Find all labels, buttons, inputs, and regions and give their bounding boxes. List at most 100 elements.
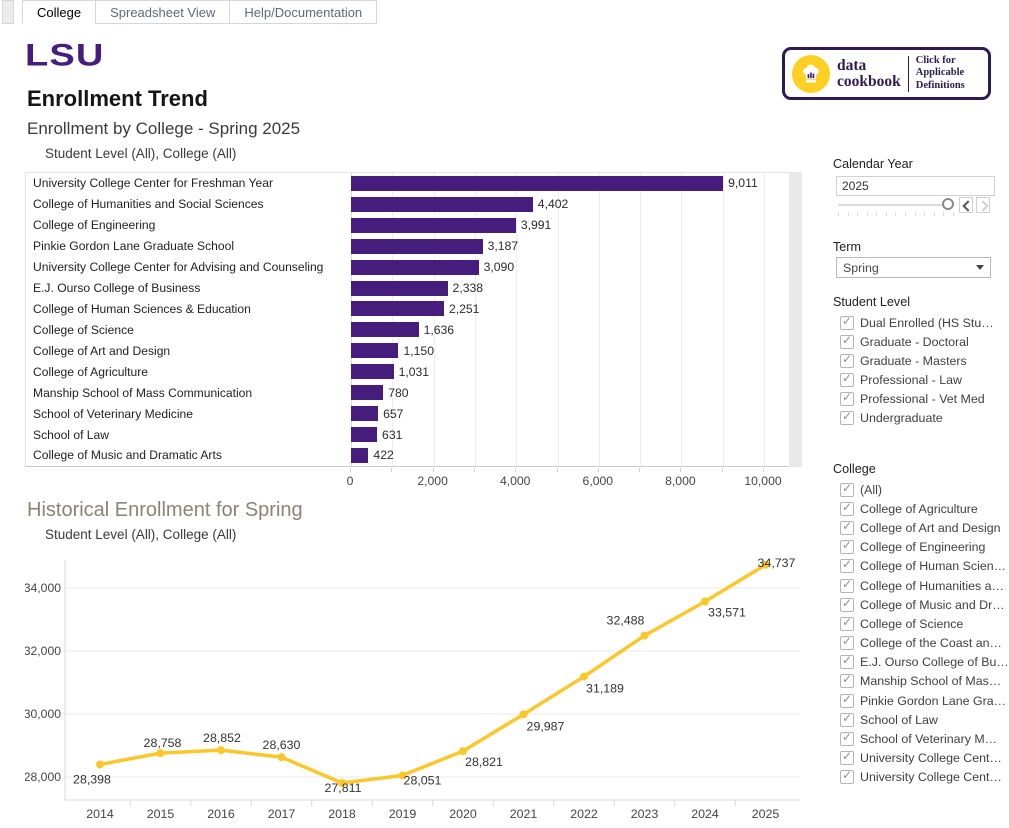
calendar-year-input[interactable] — [836, 176, 995, 196]
college-option[interactable]: ✓ Manship School of Mas… — [840, 672, 1009, 691]
check-icon: ✓ — [842, 333, 852, 347]
tab-college[interactable]: College — [22, 0, 96, 24]
bar-chart-scrollbar[interactable] — [789, 172, 802, 467]
checkbox-checked[interactable]: ✓ — [840, 483, 854, 497]
bar-cell: 2,338 — [351, 278, 790, 299]
checkbox-checked[interactable]: ✓ — [840, 674, 854, 688]
data-point-label: 27,811 — [325, 781, 362, 795]
college-option[interactable]: ✓College of Engineering — [840, 538, 1009, 557]
checkbox-checked[interactable]: ✓ — [840, 655, 854, 669]
checkbox-checked[interactable]: ✓ — [840, 751, 854, 765]
checkbox-checked[interactable]: ✓ — [840, 732, 854, 746]
checkbox-checked[interactable]: ✓ — [840, 502, 854, 516]
term-dropdown[interactable]: Spring — [836, 257, 991, 278]
college-option[interactable]: ✓University College Cent… — [840, 749, 1009, 768]
college-option[interactable]: ✓College of Agriculture — [840, 499, 1009, 518]
bar[interactable] — [351, 176, 723, 191]
checkbox-checked[interactable]: ✓ — [840, 521, 854, 535]
y-axis-label: 32,000 — [25, 644, 61, 658]
bar[interactable] — [351, 197, 533, 212]
tab-scroll-button[interactable] — [2, 0, 14, 24]
checkbox-checked[interactable]: ✓ — [840, 579, 854, 593]
college-option[interactable]: ✓College of the Coast an… — [840, 634, 1009, 653]
bar[interactable] — [351, 281, 448, 296]
checkbox-checked[interactable]: ✓ — [840, 392, 854, 406]
student-level-option-label: Undergraduate — [860, 411, 943, 425]
checkbox-checked[interactable]: ✓ — [840, 316, 854, 330]
student-level-option[interactable]: ✓Dual Enrolled (HS Stu… — [840, 313, 994, 332]
bar[interactable] — [351, 385, 383, 400]
checkbox-checked[interactable]: ✓ — [840, 694, 854, 708]
data-cookbook-link[interactable]: data cookbook Click for Applicable Defin… — [782, 47, 991, 100]
data-point[interactable] — [459, 747, 467, 755]
data-point[interactable] — [520, 710, 528, 718]
college-option[interactable]: ✓College of Music and Dr… — [840, 595, 1009, 614]
bar-value-label: 3,090 — [484, 260, 515, 274]
page-title: Enrollment Trend — [27, 86, 208, 112]
college-option[interactable]: ✓School of Veterinary M… — [840, 729, 1009, 748]
college-option[interactable]: ✓School of Law — [840, 710, 1009, 729]
bar[interactable] — [351, 448, 368, 463]
data-point[interactable] — [157, 749, 165, 757]
checkbox-checked[interactable]: ✓ — [840, 559, 854, 573]
college-option[interactable]: ✓University College Cent… — [840, 768, 1009, 787]
chevron-left-icon — [962, 200, 973, 211]
bar[interactable] — [351, 239, 483, 254]
data-point-label: 28,852 — [203, 731, 241, 745]
bar[interactable] — [351, 260, 479, 275]
bar-value-label: 4,402 — [538, 197, 569, 211]
bar[interactable] — [351, 427, 377, 442]
checkbox-checked[interactable]: ✓ — [840, 770, 854, 784]
college-option[interactable]: ✓College of Human Scien… — [840, 557, 1009, 576]
x-axis-year-label: 2023 — [631, 807, 659, 821]
data-point[interactable] — [278, 753, 286, 761]
bar-category-label: School of Law — [26, 428, 351, 442]
slider-track[interactable] — [838, 204, 954, 206]
data-point[interactable] — [641, 632, 649, 640]
checkbox-checked[interactable]: ✓ — [840, 373, 854, 387]
check-icon: ✓ — [842, 314, 852, 328]
student-level-option[interactable]: ✓Professional - Vet Med — [840, 389, 994, 408]
lsu-logo: LSU — [25, 38, 105, 74]
data-point[interactable] — [96, 760, 104, 768]
college-option-label: Manship School of Mas… — [860, 674, 1001, 688]
college-option[interactable]: ✓E.J. Ourso College of Bu… — [840, 653, 1009, 672]
bar[interactable] — [351, 343, 398, 358]
bar[interactable] — [351, 406, 378, 421]
college-option[interactable]: ✓(All) — [840, 480, 1009, 499]
check-icon: ✓ — [842, 481, 852, 495]
bar[interactable] — [351, 301, 444, 316]
college-option[interactable]: ✓College of Humanities a… — [840, 576, 1009, 595]
student-level-option[interactable]: ✓Graduate - Masters — [840, 351, 994, 370]
slider-prev-button[interactable] — [959, 197, 973, 213]
bar-chart-filter-summary: Student Level (All), College (All) — [45, 146, 236, 161]
tab-spreadsheet-view[interactable]: Spreadsheet View — [96, 0, 230, 24]
data-point[interactable] — [580, 673, 588, 681]
data-point[interactable] — [701, 598, 709, 606]
slider-handle[interactable] — [942, 198, 954, 210]
checkbox-checked[interactable]: ✓ — [840, 411, 854, 425]
student-level-label: Student Level — [833, 295, 910, 309]
college-option[interactable]: ✓College of Art and Design — [840, 518, 1009, 537]
student-level-option[interactable]: ✓ Undergraduate — [840, 408, 994, 427]
tab-help-documentation[interactable]: Help/Documentation — [230, 0, 377, 24]
bar-category-label: University College Center for Advising a… — [26, 260, 351, 274]
enrollment-bar-chart: University College Center for Freshman Y… — [25, 172, 791, 467]
checkbox-checked[interactable]: ✓ — [840, 354, 854, 368]
slider-next-button[interactable] — [976, 197, 990, 213]
bar[interactable] — [351, 218, 516, 233]
student-level-option[interactable]: ✓Professional - Law — [840, 370, 994, 389]
college-option[interactable]: ✓College of Science — [840, 614, 1009, 633]
college-option[interactable]: ✓Pinkie Gordon Lane Gra… — [840, 691, 1009, 710]
data-point[interactable] — [217, 746, 225, 754]
checkbox-checked[interactable]: ✓ — [840, 335, 854, 349]
checkbox-checked[interactable]: ✓ — [840, 617, 854, 631]
checkbox-checked[interactable]: ✓ — [840, 598, 854, 612]
bar[interactable] — [351, 364, 394, 379]
enrollment-trend-line — [100, 565, 766, 783]
bar[interactable] — [351, 322, 419, 337]
checkbox-checked[interactable]: ✓ — [840, 636, 854, 650]
student-level-option[interactable]: ✓Graduate - Doctoral — [840, 332, 994, 351]
checkbox-checked[interactable]: ✓ — [840, 713, 854, 727]
checkbox-checked[interactable]: ✓ — [840, 540, 854, 554]
